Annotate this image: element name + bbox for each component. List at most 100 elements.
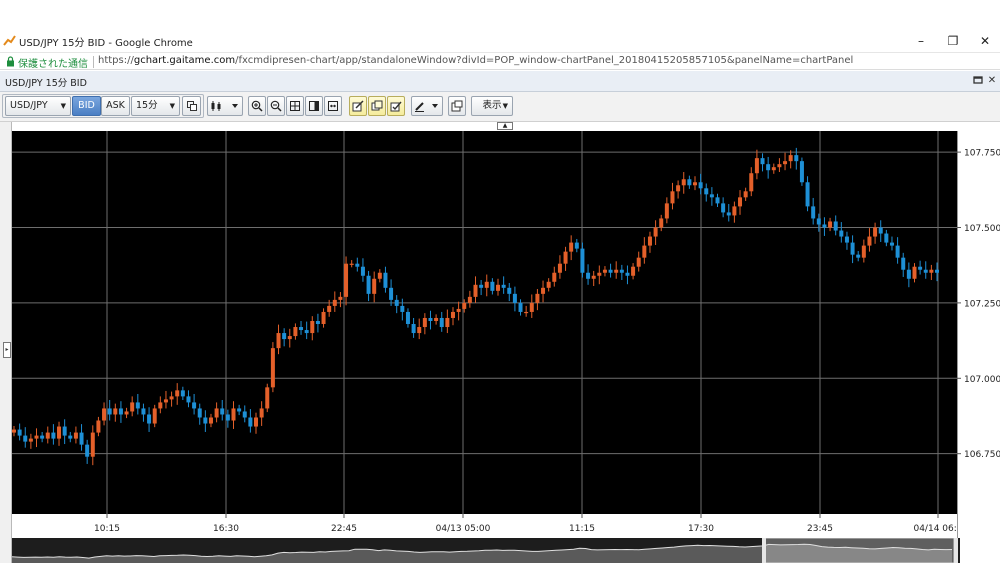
x-tick-label: 10:15 [94, 524, 120, 534]
candle-body [192, 402, 197, 409]
url-text[interactable]: https://gchart.gaitame.com/fxcmdipresen-… [98, 55, 853, 66]
candle-body [929, 269, 934, 273]
candle-body [670, 191, 675, 204]
currency-pair-select[interactable]: USD/JPY ▼ [5, 96, 71, 116]
collapse-toolbar-icon[interactable]: ▲ [497, 122, 513, 130]
candle-body [158, 402, 163, 409]
candle-body [276, 333, 281, 349]
candle-body [873, 227, 878, 237]
chart-navigator[interactable] [11, 537, 960, 563]
candle-body [546, 281, 551, 288]
candle-body [79, 432, 84, 445]
candle-body [208, 417, 213, 424]
candlestick-chart[interactable] [12, 131, 957, 538]
candle-body [73, 432, 78, 439]
panel-close-icon[interactable]: ✕ [986, 75, 998, 87]
minimize-button[interactable]: – [908, 31, 934, 51]
chart-panel-header: USD/JPY 15分 BID ✕ [0, 71, 1000, 92]
ask-button[interactable]: ASK [101, 96, 130, 116]
url-path: /fxcmdipresen-chart/app/standaloneWindow… [235, 55, 854, 66]
x-tick-label: 16:30 [213, 524, 239, 534]
candle-body [51, 432, 56, 439]
window-title: USD/JPY 15分 BID - Google Chrome [19, 38, 193, 49]
drawing-tool-2-button[interactable] [368, 96, 386, 116]
candle-body [614, 269, 619, 273]
y-tick-label: 107.000 [964, 375, 1000, 385]
candle-body [766, 164, 771, 171]
navigator-right-handle[interactable] [954, 538, 958, 563]
candle-body [738, 197, 743, 207]
candle-body [304, 330, 309, 334]
candle-body [85, 444, 90, 457]
panel-maximize-icon[interactable] [972, 75, 984, 87]
candle-body [687, 179, 692, 186]
expand-left-icon[interactable]: ▸ [3, 342, 11, 358]
navigator-window[interactable] [763, 537, 955, 563]
candle-body [344, 263, 349, 297]
candle-body [935, 269, 939, 273]
split-view-button[interactable] [305, 96, 323, 116]
candle-body [34, 435, 39, 439]
candle-body [28, 438, 33, 442]
candle-body [355, 263, 360, 267]
bid-button[interactable]: BID [72, 96, 101, 116]
chart-type-button[interactable] [207, 96, 243, 116]
candle-body [417, 327, 422, 334]
candle-body [608, 269, 613, 273]
candle-body [783, 161, 788, 165]
drawing-tool-3-button[interactable] [387, 96, 405, 116]
candle-body [642, 245, 647, 258]
address-bar[interactable]: 保護された通信 https://gchart.gaitame.com/fxcmd… [0, 52, 1000, 70]
zoom-out-icon [270, 100, 282, 112]
new-window-button[interactable] [448, 96, 466, 116]
candle-body [541, 287, 546, 294]
candle-body [186, 396, 191, 403]
interval-select[interactable]: 15分 ▼ [131, 96, 180, 116]
pen-tool-button[interactable] [411, 96, 443, 116]
y-tick-label: 107.750 [964, 149, 1000, 159]
display-menu-button[interactable]: 表示 ▼ [471, 96, 513, 116]
y-tick-label: 106.750 [964, 450, 1000, 460]
candle-body [636, 257, 641, 267]
time-axis: 10:15 16:30 22:45 04/13 05:00 11:15 17:30 23:4… [12, 514, 957, 538]
drawing-tool-1-button[interactable] [349, 96, 367, 116]
pen-icon [415, 102, 438, 112]
copy-chart-button[interactable] [182, 96, 201, 116]
y-tick-label: 107.500 [964, 224, 1000, 234]
x-tick-label: 11:15 [569, 524, 595, 534]
candle-body [484, 281, 489, 288]
candle-body [282, 333, 287, 340]
url-host: gchart.gaitame.com [133, 55, 236, 66]
restore-button[interactable]: ❐ [940, 31, 966, 51]
candle-body [175, 390, 180, 397]
candle-body [512, 293, 517, 303]
zoom-in-button[interactable] [248, 96, 266, 116]
candle-body [597, 272, 602, 276]
candle-body [147, 414, 152, 424]
candle-body [479, 284, 484, 288]
candle-body [12, 429, 16, 433]
zoom-out-button[interactable] [267, 96, 285, 116]
candle-body [850, 242, 855, 255]
y-tick-label: 107.250 [964, 299, 1000, 309]
candle-body [822, 224, 827, 228]
candle-body [923, 269, 928, 273]
candle-body [135, 402, 140, 409]
candle-body [490, 281, 495, 291]
candle-body [664, 203, 669, 219]
candle-body [383, 272, 388, 288]
grid-toggle-button[interactable] [286, 96, 304, 116]
candle-body [602, 269, 607, 273]
candle-body [771, 167, 776, 171]
secure-connection-label[interactable]: 保護された通信 [18, 55, 88, 70]
navigator-left-handle[interactable] [762, 538, 766, 563]
close-button[interactable]: ✕ [972, 31, 998, 51]
candle-body [749, 173, 754, 192]
fit-width-button[interactable] [324, 96, 342, 116]
candle-body [676, 185, 681, 192]
candle-body [225, 414, 230, 421]
left-splitter[interactable]: ▸ [0, 122, 12, 563]
candle-body [400, 305, 405, 312]
candle-body [884, 233, 889, 243]
candle-body [557, 263, 562, 273]
